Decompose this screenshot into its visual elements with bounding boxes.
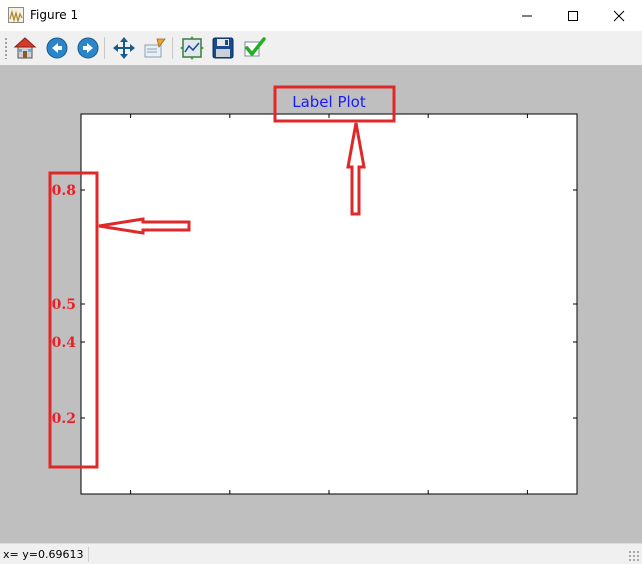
edit-button[interactable]	[241, 35, 267, 61]
checkmark-icon	[244, 37, 266, 57]
ytick-label: 0.8	[52, 183, 76, 199]
floppy-disk-icon	[212, 37, 234, 59]
zoom-rect-icon	[144, 38, 166, 58]
cursor-coordinates: x= y=0.69613	[3, 548, 84, 561]
zoom-button[interactable]	[142, 35, 168, 61]
ytick-label: 0.4	[52, 335, 77, 351]
pan-arrows-icon	[113, 37, 135, 59]
close-icon	[613, 10, 625, 21]
ytick-label: 0.2	[52, 411, 76, 427]
resize-grip[interactable]	[628, 550, 640, 562]
axes-frame[interactable]	[80, 113, 578, 495]
toolbar-grip[interactable]	[4, 37, 8, 59]
forward-arrow-icon	[77, 37, 99, 59]
save-button[interactable]	[210, 35, 236, 61]
maximize-button[interactable]	[550, 0, 596, 31]
close-button[interactable]	[596, 0, 642, 31]
subplots-button[interactable]	[179, 35, 205, 61]
window-titlebar: Figure 1	[0, 0, 642, 31]
home-button[interactable]	[12, 35, 38, 61]
figure-canvas[interactable]: 0.2 0.4 0.5 0.8 Label Plot	[0, 65, 642, 543]
navigation-toolbar	[0, 31, 642, 65]
status-bar: x= y=0.69613	[0, 543, 642, 564]
forward-button[interactable]	[75, 35, 101, 61]
subplots-icon	[180, 36, 204, 60]
window-title: Figure 1	[30, 8, 79, 22]
ytick-label: 0.5	[52, 297, 76, 313]
matplotlib-figure-icon	[8, 7, 24, 24]
toolbar-separator	[172, 37, 173, 59]
back-button[interactable]	[44, 35, 70, 61]
status-divider	[88, 547, 89, 562]
back-arrow-icon	[46, 37, 68, 59]
minimize-icon	[522, 15, 532, 16]
chart-title: Label Plot	[292, 93, 366, 111]
home-icon	[13, 37, 37, 59]
maximize-icon	[568, 10, 578, 21]
plot-svg: 0.2 0.4 0.5 0.8 Label Plot	[48, 85, 578, 495]
pan-button[interactable]	[111, 35, 137, 61]
toolbar-separator	[104, 37, 105, 59]
minimize-button[interactable]	[504, 0, 550, 31]
